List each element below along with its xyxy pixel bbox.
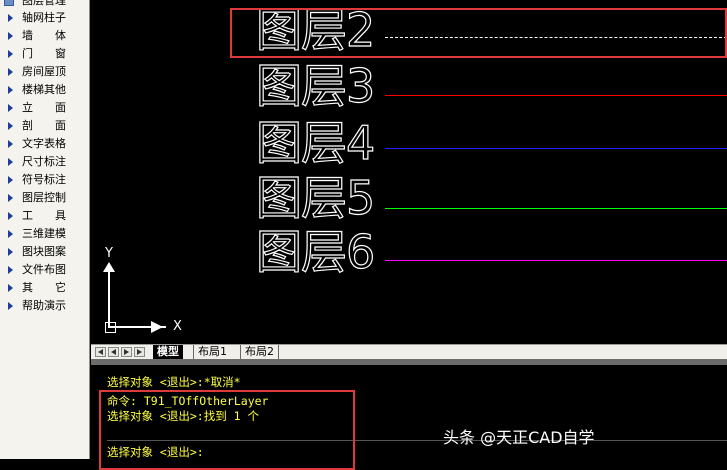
tab-layout2[interactable]: 布局2 (240, 345, 279, 359)
expand-arrow-icon (8, 248, 13, 256)
layer-label: 图层5 (255, 171, 375, 225)
command-window[interactable]: 选择对象 <退出>:*取消* 命令: T91_TOffOtherLayer 选择… (91, 359, 727, 470)
layer-line[interactable] (385, 260, 727, 261)
tool-menu-panel: 图层管理 轴网柱子墙 体门 窗房间屋顶楼梯其他立 面剖 面文字表格尺寸标注符号标… (0, 0, 90, 459)
expand-arrow-icon (8, 140, 13, 148)
drawing-canvas[interactable]: 图层2 图层3 图层4 图层5 图层6 Y X (91, 0, 727, 344)
expand-arrow-icon (8, 50, 13, 58)
menu-item-label: 帮助演示 (22, 299, 66, 312)
expand-arrow-icon (8, 122, 13, 130)
menu-item-label: 图块图案 (22, 245, 66, 258)
menu-item[interactable]: 轴网柱子 (0, 9, 90, 27)
menu-item-label: 图层控制 (22, 191, 66, 204)
menu-item-label: 其 它 (22, 281, 66, 294)
menu-item[interactable]: 房间屋顶 (0, 63, 90, 81)
expand-arrow-icon (8, 266, 13, 274)
expand-arrow-icon (8, 194, 13, 202)
expand-arrow-icon (8, 302, 13, 310)
expand-arrow-icon (8, 86, 13, 94)
expand-arrow-icon (8, 212, 13, 220)
ucs-y-arrow-icon (103, 262, 115, 272)
menu-item-label: 尺寸标注 (22, 155, 66, 168)
menu-item[interactable]: 文件布图 (0, 261, 90, 279)
next-icon (124, 349, 129, 355)
layer-label: 图层4 (255, 116, 375, 170)
highlight-box-command (99, 390, 355, 470)
menu-item[interactable]: 帮助演示 (0, 297, 90, 315)
menu-item[interactable]: 文字表格 (0, 135, 90, 153)
ucs-y-axis (108, 266, 110, 328)
menu-item-label: 立 面 (22, 101, 66, 114)
menu-item-label: 文件布图 (22, 263, 66, 276)
watermark-text: 头条 @天正CAD自学 (443, 428, 595, 447)
last-tab-button[interactable] (134, 347, 145, 357)
layer-label: 图层6 (255, 225, 375, 279)
expand-arrow-icon (8, 158, 13, 166)
prev-icon (111, 349, 116, 355)
ucs-x-arrow-icon (151, 321, 163, 333)
expand-arrow-icon (8, 284, 13, 292)
prev-tab-button[interactable] (108, 347, 119, 357)
layout-tab-bar: 模型 布局1 布局2 (91, 344, 727, 359)
menu-header-label: 图层管理 (22, 0, 66, 7)
layer-line[interactable] (385, 148, 727, 149)
menu-item-label: 三维建模 (22, 227, 66, 240)
menu-item-label: 门 窗 (22, 47, 66, 60)
menu-item[interactable]: 墙 体 (0, 27, 90, 45)
menu-item-label: 工 具 (22, 209, 66, 222)
menu-item-label: 文字表格 (22, 137, 66, 150)
layer-line[interactable] (385, 95, 727, 96)
last-icon (137, 349, 142, 355)
expand-arrow-icon (8, 14, 13, 22)
layer-manager-icon (4, 0, 14, 6)
tab-layout1[interactable]: 布局1 (193, 345, 231, 359)
highlight-box-layer2 (230, 8, 727, 58)
menu-item-label: 房间屋顶 (22, 65, 66, 78)
layer-line[interactable] (385, 208, 727, 209)
expand-arrow-icon (8, 104, 13, 112)
menu-item[interactable]: 符号标注 (0, 171, 90, 189)
menu-item[interactable]: 尺寸标注 (0, 153, 90, 171)
menu-header[interactable]: 图层管理 (0, 0, 90, 8)
ucs-x-label: X (173, 319, 182, 334)
menu-item[interactable]: 工 具 (0, 207, 90, 225)
menu-item[interactable]: 门 窗 (0, 45, 90, 63)
menu-item[interactable]: 其 它 (0, 279, 90, 297)
menu-item[interactable]: 剖 面 (0, 117, 90, 135)
menu-item[interactable]: 图块图案 (0, 243, 90, 261)
first-tab-button[interactable] (95, 347, 106, 357)
first-icon (98, 349, 103, 355)
menu-item-label: 墙 体 (22, 29, 66, 42)
expand-arrow-icon (8, 230, 13, 238)
menu-item[interactable]: 楼梯其他 (0, 81, 90, 99)
tab-model[interactable]: 模型 (153, 345, 183, 359)
layer-label: 图层3 (255, 59, 375, 113)
expand-arrow-icon (8, 176, 13, 184)
expand-arrow-icon (8, 32, 13, 40)
menu-item-label: 轴网柱子 (22, 11, 66, 24)
menu-item[interactable]: 图层控制 (0, 189, 90, 207)
next-tab-button[interactable] (121, 347, 132, 357)
expand-arrow-icon (8, 68, 13, 76)
menu-item-label: 楼梯其他 (22, 83, 66, 96)
menu-item[interactable]: 三维建模 (0, 225, 90, 243)
ucs-origin-icon (105, 322, 116, 333)
menu-item[interactable]: 立 面 (0, 99, 90, 117)
ucs-y-label: Y (105, 246, 113, 261)
menu-item-label: 剖 面 (22, 119, 66, 132)
menu-item-label: 符号标注 (22, 173, 66, 186)
command-history-line: 选择对象 <退出>:*取消* (107, 375, 241, 389)
